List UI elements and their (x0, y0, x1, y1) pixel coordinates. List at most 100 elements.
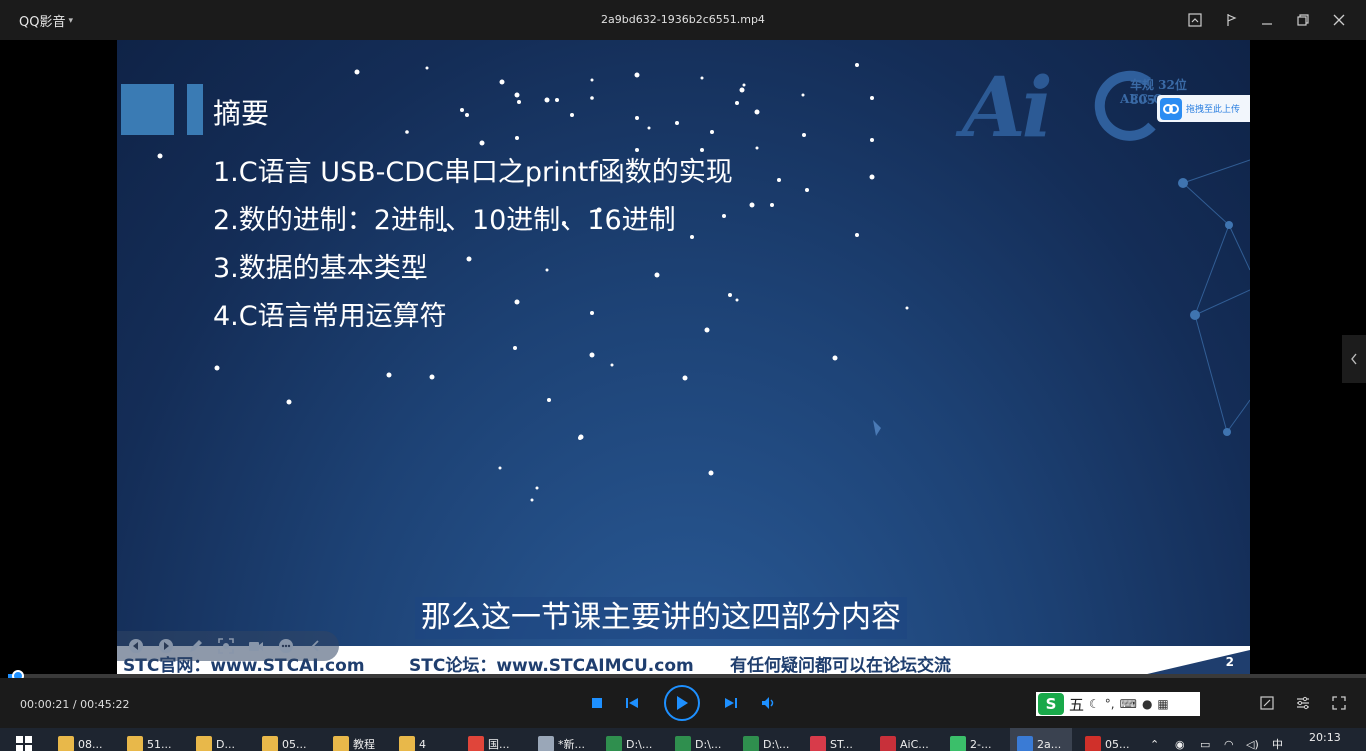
taskbar-item[interactable]: 51... (127, 734, 172, 751)
video-toolbar (117, 631, 339, 661)
app-name: QQ影音 (19, 15, 66, 30)
keyboard-icon[interactable]: ⌨ (1120, 697, 1137, 711)
title-bar[interactable]: QQ影音 ▾ 2a9bd632-1936b2c6551.mp4 (0, 0, 1366, 40)
app-icon (743, 736, 759, 751)
video-subtitle: 那么这一节课主要讲的这四部分内容 (415, 597, 907, 639)
app-menu-button[interactable]: QQ影音 ▾ (19, 11, 73, 30)
play-button[interactable] (664, 685, 700, 721)
footer-note: 有任何疑问都可以在论坛交流 (730, 656, 951, 676)
taskbar-item[interactable]: *新... (538, 734, 585, 751)
screenshot-button[interactable] (1182, 8, 1208, 32)
more-button[interactable] (275, 635, 297, 657)
stop-button[interactable] (588, 694, 606, 712)
taskbar-item-label: 05... (1105, 737, 1130, 751)
control-bar: 00:00:21 / 00:45:22 S 五 ☾ °, ⌨ ● ▦ (0, 678, 1366, 728)
pin-on-top-button[interactable] (1218, 8, 1244, 32)
input-language[interactable]: 中 (1272, 734, 1283, 751)
apps-grid-icon[interactable]: ▦ (1157, 697, 1168, 711)
skip-next-icon (725, 698, 737, 708)
taskbar-item[interactable]: 05... (1085, 734, 1130, 751)
volume-button[interactable] (759, 694, 779, 712)
app-icon (675, 736, 691, 751)
cloud-upload-badge[interactable]: 拖拽至此上传 (1157, 95, 1250, 122)
taskbar-item[interactable]: 国... (468, 734, 510, 751)
taskbar-item[interactable]: 08... (58, 734, 103, 751)
app-icon (606, 736, 622, 751)
taskbar-item-label: 2-... (970, 737, 992, 751)
ime-mode[interactable]: 五 (1069, 694, 1084, 715)
chevron-left-icon (1351, 353, 1357, 365)
taskbar-item[interactable]: 2-... (950, 734, 991, 751)
taskbar-item[interactable]: AiC... (880, 734, 929, 751)
taskbar-item[interactable]: 4 (399, 734, 426, 751)
capture-button[interactable] (215, 635, 237, 657)
settings-button[interactable] (1293, 694, 1313, 712)
stop-icon (592, 698, 602, 708)
app-icon (196, 736, 212, 751)
slide-page-number: 2 (1225, 655, 1234, 669)
taskbar-item[interactable]: D:\... (606, 734, 652, 751)
tray-chevron-up-icon[interactable]: ⌃ (1150, 734, 1159, 751)
side-panel-toggle[interactable] (1342, 335, 1366, 383)
network-icon[interactable]: ◉ (1175, 734, 1185, 751)
taskbar-item[interactable]: 教程 (333, 734, 375, 751)
app-icon (468, 736, 484, 751)
windows-logo-icon (16, 736, 32, 751)
restore-button[interactable] (1290, 8, 1316, 32)
slide-title: 摘要 (213, 97, 270, 130)
sliders-icon (1297, 696, 1309, 710)
moon-icon[interactable]: ☾ (1089, 697, 1100, 711)
taskbar-item-label: 国... (488, 738, 510, 751)
speaker-icon[interactable]: ◁) (1246, 734, 1259, 751)
user-icon[interactable]: ● (1142, 697, 1152, 711)
summary-item: 3.数据的基本类型 (213, 253, 428, 284)
camera-icon (249, 642, 263, 651)
next-button[interactable] (721, 694, 741, 712)
capture-icon (218, 638, 234, 654)
collapse-toolbar-button[interactable] (305, 635, 327, 657)
fullscreen-button[interactable] (1329, 694, 1349, 712)
app-icon (538, 736, 554, 751)
taskbar-item[interactable]: D:\... (743, 734, 789, 751)
slide-decor-block (121, 84, 174, 135)
wifi-icon[interactable]: ◠ (1224, 734, 1234, 751)
taskbar-item[interactable]: D... (196, 734, 235, 751)
footer-forum: STC论坛：www.STCAIMCU.com (409, 656, 694, 676)
pencil-icon (190, 640, 202, 652)
punctuation-icon[interactable]: °, (1105, 697, 1115, 711)
ime-toolbar[interactable]: S 五 ☾ °, ⌨ ● ▦ (1036, 692, 1200, 716)
chevron-left-icon (311, 640, 319, 652)
screenshot-icon (1260, 696, 1274, 710)
fullscreen-icon (1332, 696, 1346, 710)
app-icon (1085, 736, 1101, 751)
rewind-icon (129, 639, 143, 653)
previous-button[interactable] (622, 694, 642, 712)
close-button[interactable] (1326, 8, 1352, 32)
video-frame[interactable]: Ai 车规 32位 8051 AEC-Q 拖拽至此上传 摘要 1.C语言 USB… (117, 40, 1250, 678)
windows-taskbar: 08... 51... D... 05... 教程 4 国... *新... D:\... D:\… (0, 728, 1366, 751)
minimize-button[interactable] (1254, 8, 1280, 32)
record-button[interactable] (245, 635, 267, 657)
app-icon (262, 736, 278, 751)
chevron-down-icon: ▾ (68, 15, 73, 26)
more-icon (279, 639, 293, 653)
taskbar-item[interactable]: 2a... (1017, 734, 1061, 751)
usb-icon[interactable]: ▭ (1200, 734, 1210, 751)
summary-item: 4.C语言常用运算符 (213, 301, 447, 332)
rewind-button[interactable] (125, 635, 147, 657)
taskbar-item[interactable]: ST... (810, 734, 853, 751)
taskbar-item-label: *新... (558, 738, 585, 751)
taskbar-item-label: D... (216, 737, 235, 751)
screenshot-tool-button[interactable] (1257, 694, 1277, 712)
taskbar-item-label: AiC... (900, 737, 929, 751)
taskbar-item[interactable]: D:\... (675, 734, 721, 751)
app-icon (58, 736, 74, 751)
time-display: 00:00:21 / 00:45:22 (20, 698, 130, 711)
annotate-button[interactable] (185, 635, 207, 657)
qq-player-window: QQ影音 ▾ 2a9bd632-1936b2c6551.mp4 Ai 车规 32… (0, 0, 1366, 751)
start-button[interactable] (16, 734, 32, 751)
taskbar-item[interactable]: 05... (262, 734, 307, 751)
system-clock[interactable]: 20:13 (1309, 731, 1341, 744)
forward-button[interactable] (155, 635, 177, 657)
baidu-cloud-icon (1160, 97, 1182, 120)
